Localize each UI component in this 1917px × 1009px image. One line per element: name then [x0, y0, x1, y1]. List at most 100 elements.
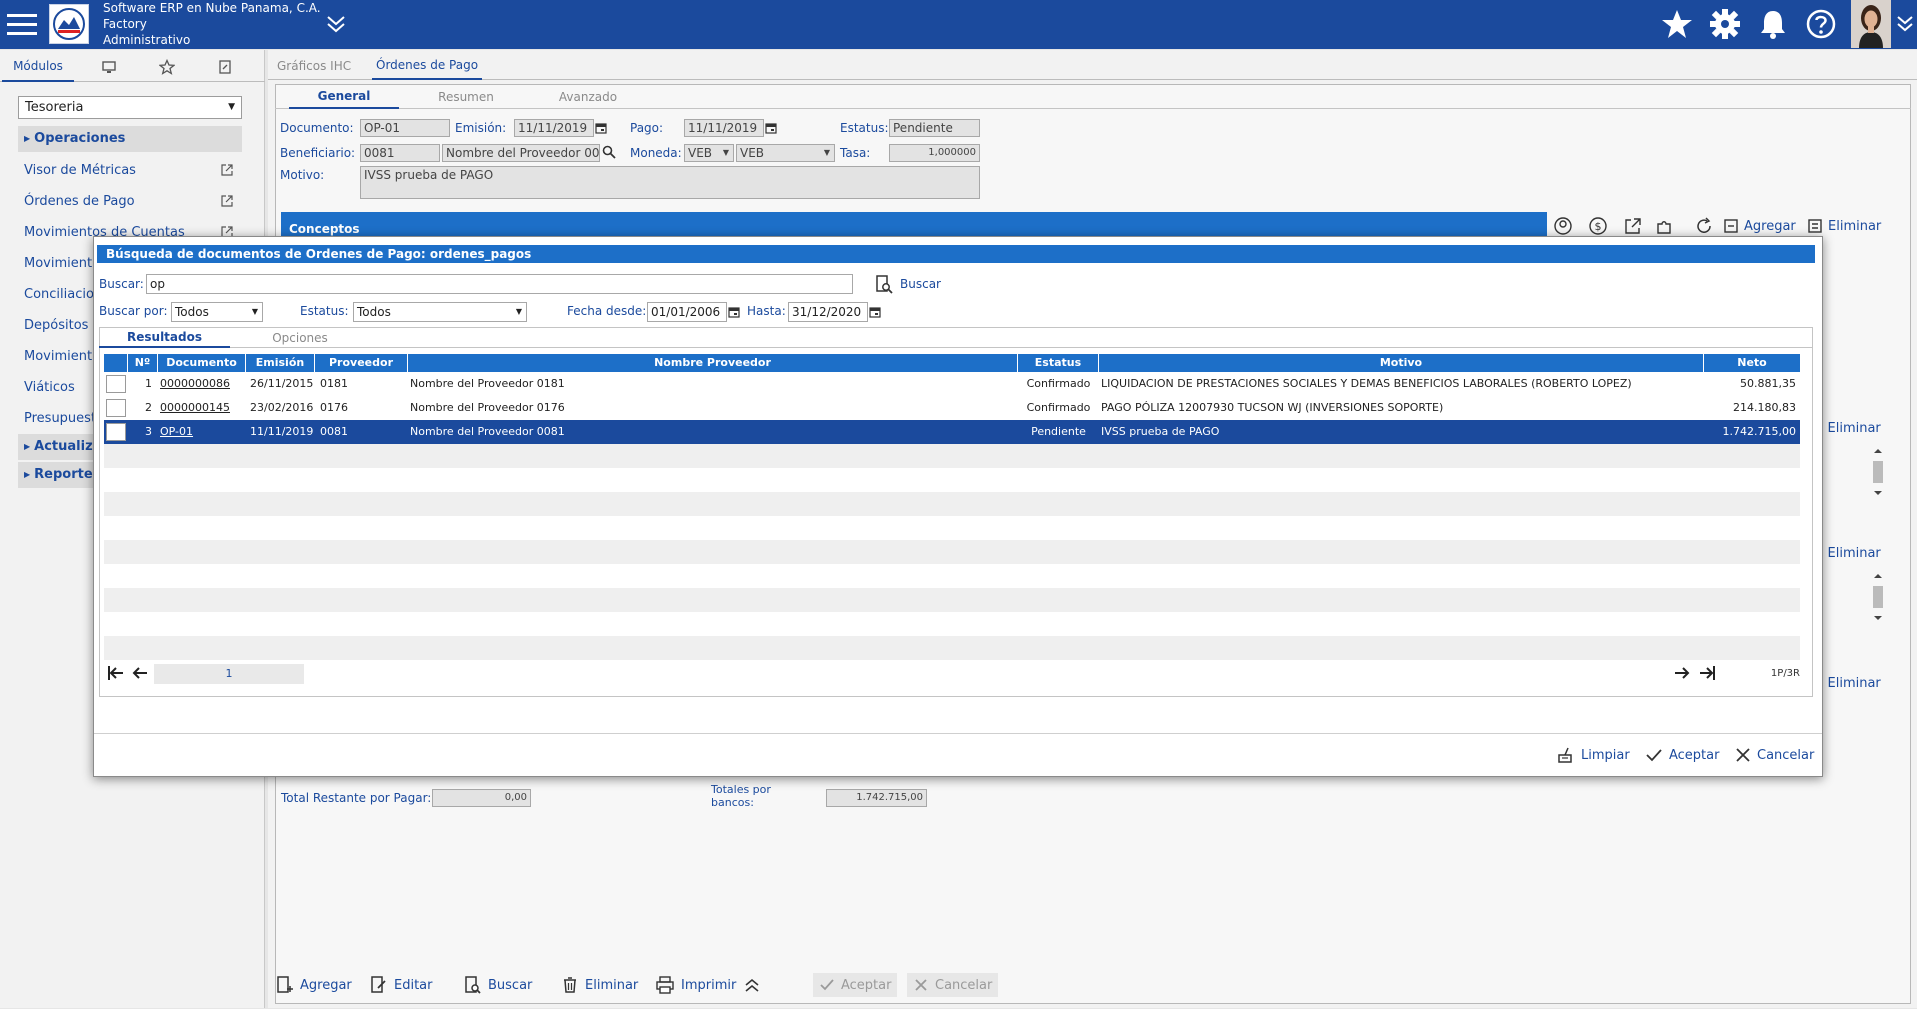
aceptar-button[interactable]: Aceptar	[813, 973, 898, 997]
documento-field[interactable]: OP-01	[360, 119, 450, 137]
cell-documento-link[interactable]: OP-01	[160, 420, 246, 444]
gear-icon[interactable]	[1707, 7, 1743, 41]
column-header-nombre-proveedor[interactable]: Nombre Proveedor	[408, 354, 1018, 372]
user-circle-icon[interactable]	[1553, 216, 1573, 236]
pago-field[interactable]: 11/11/2019	[684, 119, 764, 137]
scrollbar[interactable]	[1871, 447, 1885, 497]
tab-monitor-icon[interactable]	[92, 52, 126, 82]
external-link-icon[interactable]	[1623, 216, 1643, 236]
buscar-button[interactable]: Buscar	[464, 973, 532, 997]
double-chevron-up-icon[interactable]	[742, 976, 762, 994]
agregar-button[interactable]: Agregar	[276, 973, 352, 997]
add-row-icon	[1724, 219, 1738, 233]
conceptos-eliminar-button[interactable]: Eliminar	[1806, 216, 1881, 236]
table-row-selected[interactable]: 3 OP-01 11/11/2019 0081 Nombre del Prove…	[104, 420, 1800, 444]
row-checkbox[interactable]	[106, 399, 126, 417]
tab-notes-icon[interactable]	[208, 52, 242, 82]
search-icon[interactable]	[602, 145, 616, 159]
tasa-field[interactable]: 1,000000	[889, 144, 980, 162]
tab-avanzado[interactable]: Avanzado	[543, 84, 633, 109]
fecha-desde-field[interactable]: 01/01/2006	[647, 302, 727, 322]
conceptos-agregar-button[interactable]: Agregar	[1722, 216, 1796, 236]
calendar-icon[interactable]	[869, 306, 881, 318]
table-row[interactable]: 1 0000000086 26/11/2015 0181 Nombre del …	[104, 372, 1800, 396]
main-tabs: Gráficos IHC Órdenes de Pago	[268, 52, 1917, 80]
column-header-proveedor[interactable]: Proveedor	[315, 354, 408, 372]
double-chevron-down-icon[interactable]	[1893, 12, 1917, 36]
tab-modulos[interactable]: Módulos	[2, 52, 74, 82]
modal-search-input[interactable]: op	[146, 274, 853, 294]
external-link-icon[interactable]	[220, 194, 234, 208]
row-checkbox[interactable]	[106, 375, 126, 393]
emision-field[interactable]: 11/11/2019	[514, 119, 594, 137]
first-page-icon[interactable]	[106, 663, 126, 683]
calendar-icon[interactable]	[728, 306, 740, 318]
star-icon[interactable]	[1659, 7, 1695, 41]
scrollbar[interactable]	[1871, 572, 1885, 622]
column-header-n[interactable]: Nº	[128, 354, 158, 372]
eliminar-button-3[interactable]: ⁝Eliminar	[1820, 543, 1881, 563]
modal-aceptar-button[interactable]: Aceptar	[1645, 744, 1719, 766]
menu-item-conciliaciones[interactable]: Conciliacio	[24, 284, 94, 306]
menu-item-depositos[interactable]: Depósitos	[24, 315, 88, 337]
editar-button[interactable]: Editar	[370, 973, 433, 997]
bell-icon[interactable]	[1755, 7, 1791, 41]
buscar-por-select[interactable]: Todos ▼	[171, 302, 263, 322]
motivo-textarea[interactable]: IVSS prueba de PAGO	[360, 166, 980, 199]
tab-favorites-star-icon[interactable]	[150, 52, 184, 82]
imprimir-button[interactable]: Imprimir	[655, 973, 736, 997]
column-header-neto[interactable]: Neto	[1704, 354, 1800, 372]
double-chevron-down-icon[interactable]	[322, 12, 350, 36]
page-number-field[interactable]: 1	[154, 664, 304, 684]
calendar-icon[interactable]	[765, 122, 777, 134]
module-select[interactable]: Tesoreria ▼	[18, 96, 242, 119]
user-avatar[interactable]	[1851, 0, 1891, 48]
last-page-icon[interactable]	[1697, 663, 1717, 683]
menu-item-ordenes-pago[interactable]: Órdenes de Pago	[24, 191, 135, 213]
estatus-select[interactable]: Todos ▼	[353, 302, 527, 322]
menu-item-visor-metricas[interactable]: Visor de Métricas	[24, 160, 136, 182]
hasta-field[interactable]: 31/12/2020	[788, 302, 868, 322]
cell-documento-link[interactable]: 0000000086	[160, 372, 246, 396]
menu-item-viaticos[interactable]: Viáticos	[24, 377, 75, 399]
limpiar-button[interactable]: Limpiar	[1555, 744, 1630, 766]
cell-documento-link[interactable]: 0000000145	[160, 396, 246, 420]
modal-buscar-button[interactable]: Buscar	[874, 274, 941, 294]
column-header-documento[interactable]: Documento	[158, 354, 246, 372]
cancelar-button[interactable]: Cancelar	[907, 973, 999, 997]
caret-right-icon: ▶	[24, 470, 31, 479]
tab-ordenes-pago[interactable]: Órdenes de Pago	[372, 52, 483, 80]
refresh-icon[interactable]	[1694, 216, 1714, 236]
calendar-icon[interactable]	[595, 122, 607, 134]
section-operaciones[interactable]: ▶ Operaciones	[18, 126, 242, 152]
eliminar-button-2[interactable]: ⁝Eliminar	[1820, 418, 1881, 438]
tab-graficos-ihc[interactable]: Gráficos IHC	[277, 52, 351, 80]
beneficiario-code-field[interactable]: 0081	[360, 144, 440, 162]
moneda-code-select[interactable]: VEB ▼	[684, 144, 734, 162]
moneda-name-select[interactable]: VEB ▼	[736, 144, 835, 162]
external-link-icon[interactable]	[220, 163, 234, 177]
menu-item-presupuesto[interactable]: Presupuest	[24, 408, 96, 430]
eliminar-button[interactable]: Eliminar	[561, 973, 638, 997]
beneficiario-name-field[interactable]: Nombre del Proveedor 0081	[442, 144, 600, 162]
table-row[interactable]: 2 0000000145 23/02/2016 0176 Nombre del …	[104, 396, 1800, 420]
column-header-emision[interactable]: Emisión	[246, 354, 315, 372]
column-header-estatus[interactable]: Estatus	[1018, 354, 1099, 372]
dollar-icon[interactable]: $	[1588, 216, 1608, 236]
modal-cancelar-button[interactable]: Cancelar	[1735, 744, 1814, 766]
next-page-icon[interactable]	[1672, 663, 1692, 683]
tab-resumen[interactable]: Resumen	[421, 84, 511, 109]
svg-text:$: $	[1595, 220, 1602, 233]
row-checkbox[interactable]	[106, 423, 126, 441]
help-icon[interactable]	[1803, 7, 1839, 41]
tab-opciones[interactable]: Opciones	[255, 327, 345, 348]
tab-resultados[interactable]: Resultados	[99, 327, 230, 348]
column-header-motivo[interactable]: Motivo	[1099, 354, 1704, 372]
hamburger-menu-icon[interactable]	[4, 10, 42, 40]
eliminar-button-4[interactable]: ⁝Eliminar	[1820, 673, 1881, 693]
menu-item-movimientos-2[interactable]: Movimient	[24, 346, 92, 368]
previous-page-icon[interactable]	[130, 663, 150, 683]
puzzle-icon[interactable]	[1655, 216, 1675, 236]
menu-item-movimientos[interactable]: Movimient	[24, 253, 92, 275]
tab-general[interactable]: General	[289, 84, 399, 109]
